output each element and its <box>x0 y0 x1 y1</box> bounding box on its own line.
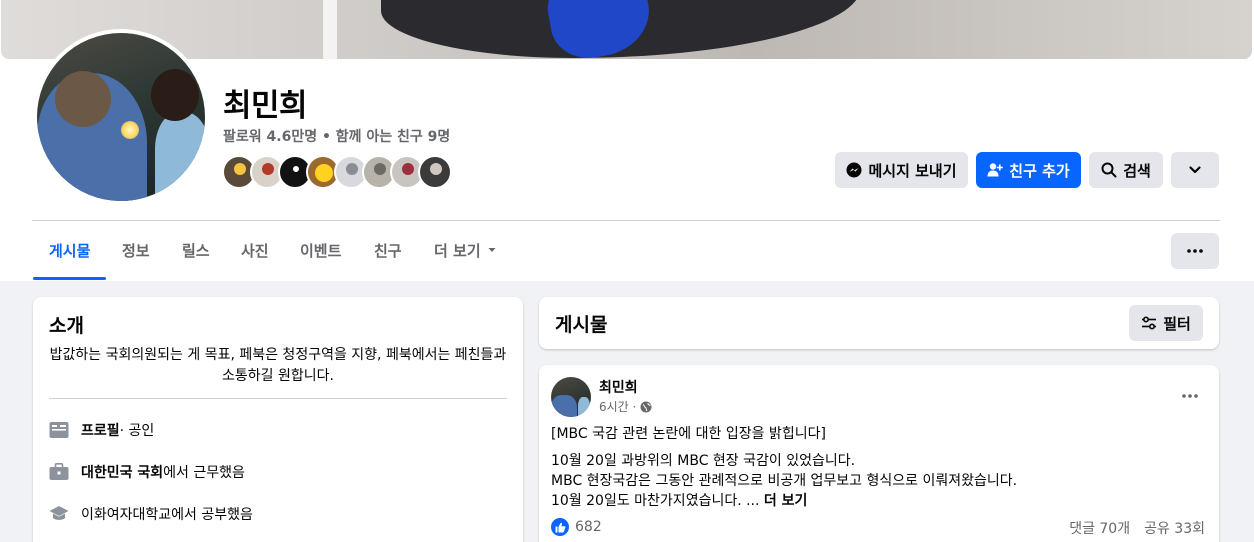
globe-icon <box>640 401 652 412</box>
friend-avatar[interactable] <box>418 155 452 189</box>
ellipsis-icon <box>1187 249 1203 253</box>
like-count: 682 <box>575 519 602 535</box>
intro-row-education: 이화여자대학교에서 공부했음 <box>49 503 253 525</box>
post-timestamp[interactable]: 6시간 · <box>599 398 652 415</box>
intro-row-profile-text: · 공인 <box>119 423 155 439</box>
tab-reels[interactable]: 릴스 <box>182 230 210 270</box>
add-friend-button[interactable]: 친구 추가 <box>976 152 1081 188</box>
intro-card: 소개 밥값하는 국회의원되는 게 목표, 페북은 청정구역을 지향, 페북에서는… <box>33 297 523 542</box>
post-card: 최민희 6시간 · [MBC 국감 관련 논란에 대한 입장을 밝힙니다] 10… <box>539 365 1219 542</box>
profile-avatar[interactable] <box>37 33 205 201</box>
mutual-friends-avatars <box>222 155 452 189</box>
tab-posts[interactable]: 게시물 <box>49 230 90 270</box>
intro-row-profile-bold: 프로필 <box>81 423 120 439</box>
post-line-3: 10월 20일도 마찬가지였습니다. ... 더 보기 <box>551 491 807 511</box>
post-reactions[interactable]: 682 <box>551 518 602 536</box>
post-headline: [MBC 국감 관련 논란에 대한 입장을 밝힙니다] <box>551 426 826 442</box>
more-actions-button[interactable] <box>1171 152 1219 188</box>
send-message-button[interactable]: 메시지 보내기 <box>835 152 968 188</box>
post-line-2: MBC 현장국감은 그동안 관례적으로 비공개 업무보고 형식으로 이뤄져왔습니… <box>551 473 1018 489</box>
caret-down-icon <box>488 248 496 252</box>
profile-options-button[interactable] <box>1171 233 1219 269</box>
post-line-3-text: 10월 20일도 마찬가지였습니다. ... <box>551 493 760 509</box>
filter-label: 필터 <box>1163 314 1191 333</box>
avatar-girl-head-shape <box>151 69 199 121</box>
chevron-down-icon <box>1189 166 1201 174</box>
tab-more-label: 더 보기 <box>434 241 481 260</box>
post-line-1: 10월 20일 과방위의 MBC 현장 국감이 있었습니다. <box>551 453 856 469</box>
send-message-label: 메시지 보내기 <box>868 161 957 180</box>
intro-row-profile: 프로필 · 공인 <box>49 419 154 441</box>
avatar-man-head-shape <box>55 71 111 127</box>
cover-photo[interactable] <box>1 0 1252 59</box>
tab-friends[interactable]: 친구 <box>374 230 402 270</box>
share-count[interactable]: 공유 33회 <box>1144 518 1205 538</box>
info-icon <box>49 420 69 440</box>
posts-header-card: 게시물 필터 <box>539 297 1219 349</box>
see-more-link[interactable]: 더 보기 <box>764 493 808 509</box>
search-label: 검색 <box>1123 161 1151 180</box>
avatar-girl-shape <box>155 113 205 201</box>
filter-icon <box>1142 316 1157 330</box>
search-button[interactable]: 검색 <box>1089 152 1163 188</box>
briefcase-icon <box>49 462 69 482</box>
intro-row-work-bold[interactable]: 대한민국 국회 <box>81 462 163 482</box>
like-icon <box>551 518 569 536</box>
active-tab-indicator <box>33 277 106 280</box>
post-time-text: 6시간 · <box>599 400 637 414</box>
profile-followers[interactable]: 팔로워 4.6만명 • 함께 아는 친구 9명 <box>223 126 450 146</box>
search-icon <box>1101 162 1117 178</box>
tab-more[interactable]: 더 보기 <box>434 230 497 270</box>
intro-row-work-text: 에서 근무했음 <box>163 465 245 481</box>
intro-divider <box>49 398 507 399</box>
graduation-cap-icon <box>49 504 69 524</box>
tab-about[interactable]: 정보 <box>122 230 150 270</box>
intro-row-education-text: 이화여자대학교에서 공부했음 <box>81 507 253 523</box>
header-divider <box>32 220 1220 221</box>
messenger-icon <box>846 162 862 178</box>
ellipsis-icon <box>1182 394 1198 398</box>
post-options-button[interactable] <box>1175 381 1205 411</box>
intro-title: 소개 <box>49 315 84 337</box>
post-engagement-counts: 댓글 70개 공유 33회 <box>1069 518 1205 538</box>
post-author-avatar[interactable] <box>551 377 591 417</box>
tab-events[interactable]: 이벤트 <box>300 230 341 270</box>
filter-button[interactable]: 필터 <box>1129 305 1203 341</box>
profile-name: 최민희 <box>223 88 308 124</box>
avatar-lamp-shape <box>121 121 139 139</box>
tab-photos[interactable]: 사진 <box>241 230 269 270</box>
add-friend-label: 친구 추가 <box>1009 161 1070 180</box>
post-author-name[interactable]: 최민희 <box>599 377 638 397</box>
intro-bio: 밥값하는 국회의원되는 게 목표, 페북은 청정구역을 지향, 페북에서는 페친… <box>49 347 507 384</box>
intro-row-work: 대한민국 국회 에서 근무했음 <box>49 461 245 483</box>
comment-count[interactable]: 댓글 70개 <box>1069 518 1130 538</box>
cover-door-shape <box>323 0 337 59</box>
profile-header: 최민희 팔로워 4.6만명 • 함께 아는 친구 9명 메시지 보내기 친구 추… <box>0 0 1254 281</box>
add-friend-icon <box>987 163 1004 177</box>
posts-section-title: 게시물 <box>555 314 608 336</box>
